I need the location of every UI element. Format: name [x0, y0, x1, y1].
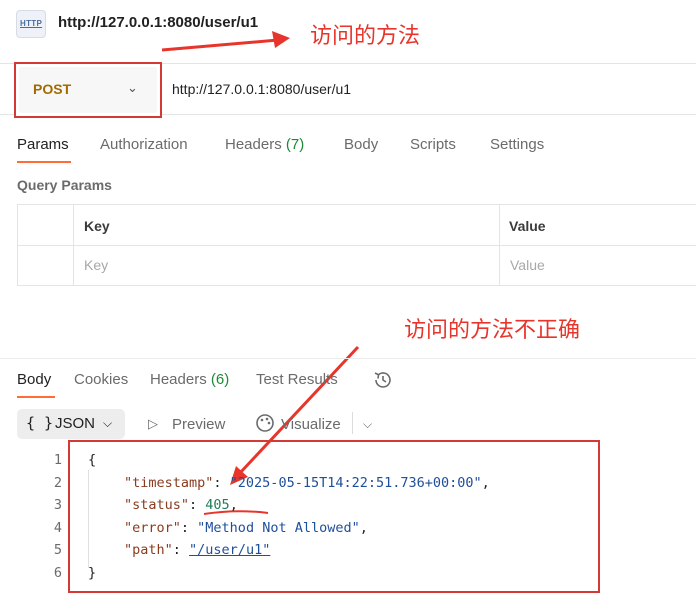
path-link[interactable]: "/user/u1" — [189, 542, 270, 558]
json-line-timestamp: "timestamp": "2025-05-15T14:22:51.736+00… — [124, 475, 490, 491]
json-value: "2025-05-15T14:22:51.736+00:00" — [229, 475, 482, 491]
line-number: 5 — [53, 542, 62, 558]
format-label: JSON — [55, 415, 96, 432]
method-arrow-line — [161, 38, 279, 52]
headers-count: (7) — [285, 136, 305, 153]
line-number: 1 — [53, 452, 62, 468]
tab-headers-label: Headers — [225, 136, 282, 153]
json-key: "path" — [124, 542, 173, 558]
param-value-input[interactable]: Value — [510, 257, 545, 273]
play-icon: ▷ — [148, 416, 158, 431]
method-highlight-box: POST ⌄ — [14, 62, 162, 118]
query-params-table — [17, 204, 696, 286]
tab-scripts[interactable]: Scripts — [410, 136, 456, 153]
line-number: 2 — [53, 475, 62, 491]
query-params-title: Query Params — [17, 177, 112, 193]
response-highlight-box — [68, 440, 600, 593]
column-header-key: Key — [84, 218, 110, 234]
json-close-brace: } — [88, 565, 97, 581]
line-number: 3 — [53, 497, 62, 513]
json-key: "timestamp" — [124, 475, 214, 491]
response-tab-headers[interactable]: Headers (6) — [150, 371, 229, 388]
chevron-down-icon: ⌵ — [103, 416, 113, 430]
json-braces-icon: { } — [26, 414, 54, 432]
toolbar-separator — [352, 412, 353, 434]
json-key: "error" — [124, 520, 181, 536]
method-annotation: 访问的方法 — [310, 24, 421, 49]
param-key-input[interactable]: Key — [84, 257, 108, 273]
response-headers-label: Headers — [150, 371, 207, 388]
url-input[interactable]: http://127.0.0.1:8080/user/u1 — [172, 81, 351, 97]
response-headers-count: (6) — [210, 371, 230, 388]
json-line-path: "path": "/user/u1" — [124, 542, 271, 558]
visualize-chevron-icon[interactable]: ⌵ — [363, 417, 372, 432]
status-code-value: 405 — [205, 497, 230, 513]
response-tab-cookies[interactable]: Cookies — [74, 371, 128, 388]
method-select[interactable]: POST ⌄ — [19, 67, 157, 113]
response-tab-test-results[interactable]: Test Results — [256, 371, 338, 388]
response-tab-body[interactable]: Body — [17, 371, 51, 388]
response-divider[interactable] — [0, 358, 696, 359]
method-arrow-head — [272, 31, 290, 48]
preview-button[interactable]: Preview — [172, 416, 225, 433]
indent-guide — [88, 470, 89, 568]
status-annotation: 访问的方法不正确 — [404, 318, 581, 343]
response-active-tab-indicator — [17, 396, 55, 398]
chevron-down-icon: ⌄ — [127, 80, 138, 95]
json-value: "Method Not Allowed" — [197, 520, 360, 536]
line-number: 4 — [53, 520, 62, 536]
history-icon[interactable] — [372, 369, 394, 391]
column-header-value: Value — [509, 218, 546, 234]
method-label: POST — [33, 81, 72, 97]
tab-params[interactable]: Params — [17, 136, 69, 153]
json-line-status: "status": 405, — [124, 497, 238, 513]
json-open-brace: { — [88, 452, 97, 468]
active-tab-indicator — [17, 161, 71, 163]
tab-headers[interactable]: Headers (7) — [225, 136, 304, 153]
tab-authorization[interactable]: Authorization — [100, 136, 188, 153]
tab-settings[interactable]: Settings — [490, 136, 544, 153]
tab-body[interactable]: Body — [344, 136, 378, 153]
format-select[interactable]: { } JSON ⌵ — [17, 409, 125, 439]
visualize-icon — [256, 414, 274, 432]
json-line-error: "error": "Method Not Allowed", — [124, 520, 368, 536]
json-key: "status" — [124, 497, 190, 513]
line-number: 6 — [53, 565, 62, 581]
visualize-button[interactable]: Visualize — [281, 416, 341, 433]
